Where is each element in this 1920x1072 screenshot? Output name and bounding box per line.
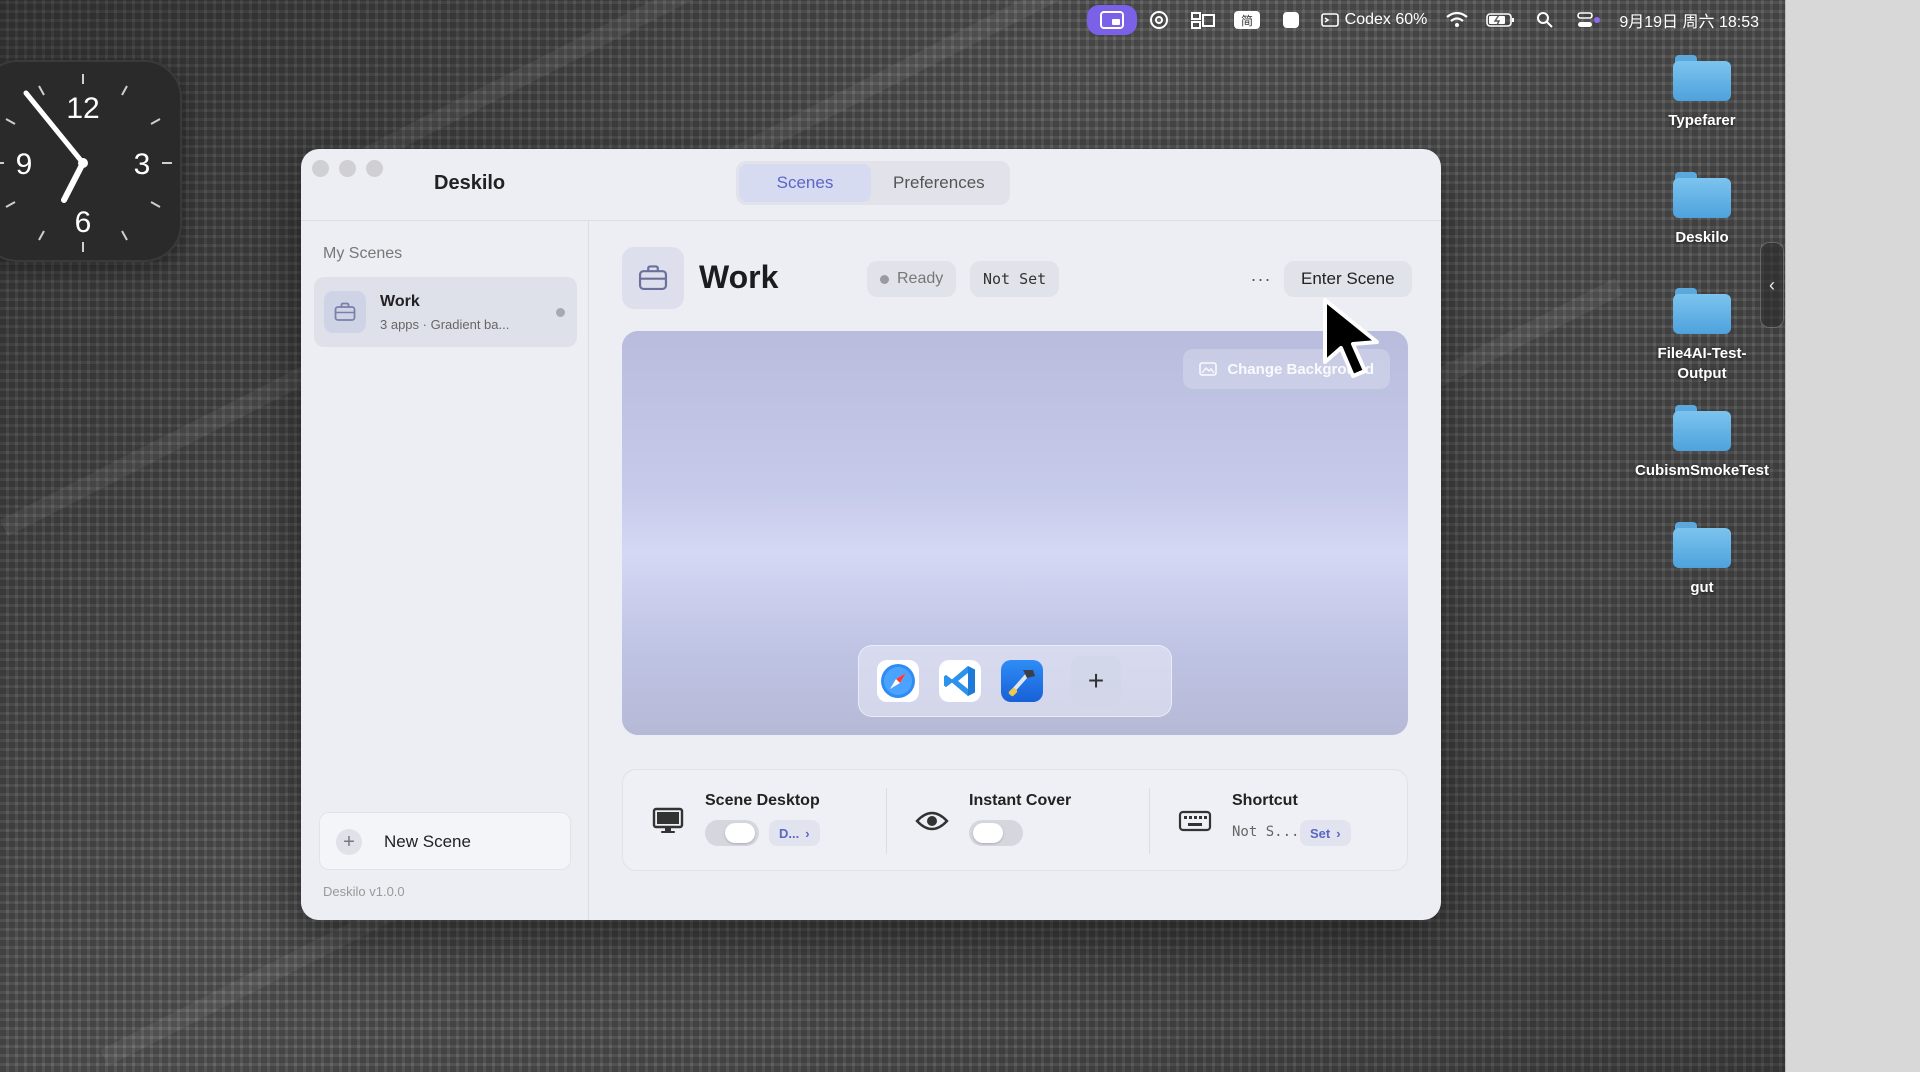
minimize-button[interactable] [339, 160, 356, 177]
folder-icon [1673, 172, 1731, 218]
scene-desktop-toggle[interactable] [705, 820, 759, 846]
scene-title: Work [699, 259, 779, 295]
clock-numeral-6: 6 [75, 206, 92, 239]
tab-scenes[interactable]: Scenes [739, 164, 871, 202]
vscode-icon[interactable] [939, 660, 981, 702]
scene-dock: + [858, 645, 1172, 717]
more-options-button[interactable]: ··· [1244, 262, 1278, 296]
menubar-clock[interactable]: 9月19日 周六 18:53 [1611, 5, 1767, 35]
codex-status[interactable]: Codex 60% [1313, 5, 1436, 35]
sidebar-item-work[interactable]: Work 3 apps · Gradient ba... [314, 277, 577, 347]
xcode-icon[interactable] [1001, 660, 1043, 702]
clock-numeral-9: 9 [16, 148, 33, 181]
desktop-folder-label: Deskilo [1675, 229, 1729, 246]
status-badge: Ready [867, 261, 957, 297]
control-center-icon[interactable] [1567, 5, 1611, 35]
instant-cover-toggle[interactable] [969, 820, 1023, 846]
scene-desktop-select-label: D... [779, 825, 800, 841]
status-text: Ready [897, 270, 944, 287]
desktop-folder[interactable]: File4AI-Test-Output [1627, 288, 1777, 384]
briefcase-icon [324, 291, 366, 333]
toggle-knob [973, 823, 1003, 843]
new-scene-label: New Scene [384, 832, 471, 851]
keyboard-icon [1178, 806, 1212, 836]
folder-icon [1673, 522, 1731, 568]
set-shortcut-button[interactable]: Set › [1300, 820, 1351, 846]
desktop-folder[interactable]: CubismSmokeTest [1627, 405, 1777, 481]
status-dot [880, 274, 889, 284]
close-button[interactable] [312, 160, 329, 177]
set-shortcut-label: Set [1310, 825, 1331, 841]
instant-cover-title: Instant Cover [969, 792, 1072, 809]
safari-icon[interactable] [877, 660, 919, 702]
deskilo-window: Deskilo Scenes Preferences My Scenes Wor… [301, 149, 1441, 920]
deskilo-menubar-icon[interactable] [1086, 5, 1137, 35]
sidebar: My Scenes Work 3 apps · Gradient ba... +… [301, 221, 589, 920]
scene-preview: Change Background + [622, 331, 1408, 735]
wifi-icon[interactable] [1435, 5, 1479, 35]
shortcut-setting: Shortcut Not S... Set › [1149, 788, 1409, 854]
desktop-folder-label: gut [1690, 579, 1714, 596]
instant-cover-setting: Instant Cover [886, 788, 1149, 854]
sidebar-header: My Scenes [323, 245, 403, 262]
window-controls [312, 160, 383, 177]
input-method-icon[interactable]: 简 [1225, 5, 1269, 35]
battery-icon[interactable] [1479, 5, 1523, 35]
scene-desktop-title: Scene Desktop [705, 792, 820, 809]
chevron-right-icon: › [1336, 825, 1341, 841]
toggle-knob [725, 823, 755, 843]
openai-icon[interactable] [1137, 5, 1181, 35]
desktop-folder-label: CubismSmokeTest [1635, 462, 1769, 479]
desktop-folder-label: Typefarer [1668, 112, 1736, 129]
scene-desktop-setting: Scene Desktop D... › [623, 770, 886, 872]
scene-subtitle: 3 apps · Gradient ba... [380, 317, 510, 332]
eye-icon [915, 806, 949, 836]
desktop-edge-panel [1785, 0, 1920, 1072]
new-scene-button[interactable]: + New Scene [319, 812, 571, 870]
folder-icon [1673, 405, 1731, 451]
shortcut-badge: Not Set [970, 261, 1060, 297]
add-app-button[interactable]: + [1071, 656, 1121, 706]
square-icon[interactable] [1269, 5, 1313, 35]
mouse-cursor-icon [1321, 296, 1393, 387]
version-label: Deskilo v1.0.0 [323, 884, 405, 899]
desktop-folder[interactable]: gut [1627, 522, 1777, 598]
codex-icon [1320, 13, 1339, 27]
svg-text:简: 简 [1241, 14, 1253, 28]
folder-icon [1673, 288, 1731, 334]
scene-desktop-select[interactable]: D... › [769, 820, 820, 846]
clock-numeral-12: 12 [66, 92, 99, 125]
desktop-folder[interactable]: Deskilo [1627, 172, 1777, 248]
plus-icon: + [336, 829, 362, 855]
codex-status-text: Codex 60% [1344, 11, 1428, 28]
tab-bar: Scenes Preferences [736, 161, 1010, 205]
tab-preferences[interactable]: Preferences [871, 164, 1007, 202]
folder-icon [1673, 55, 1731, 101]
stage-manager-icon[interactable] [1181, 5, 1225, 35]
scene-detail: Work Ready Not Set ··· Enter Scene Chang… [589, 221, 1441, 920]
shortcut-title: Shortcut [1232, 792, 1298, 809]
app-title: Deskilo [434, 172, 506, 194]
shortcut-value: Not S... [1232, 824, 1300, 840]
clock-numeral-3: 3 [134, 148, 151, 181]
menu-bar: 简 Codex 60% 9月19日 周六 18:53 [0, 0, 1785, 40]
scene-name: Work [380, 293, 420, 310]
desktop-folder-label: File4AI-Test-Output [1657, 345, 1747, 382]
enter-scene-button[interactable]: Enter Scene [1284, 261, 1412, 297]
briefcase-icon [622, 247, 684, 309]
desktop-folder[interactable]: Typefarer [1627, 55, 1777, 131]
title-bar: Deskilo Scenes Preferences [301, 149, 1441, 221]
zoom-button[interactable] [366, 160, 383, 177]
chevron-right-icon: › [805, 825, 810, 841]
clock-widget: 12 3 6 9 [0, 60, 182, 262]
image-icon [1199, 362, 1218, 376]
monitor-icon [651, 806, 685, 836]
scene-settings: Scene Desktop D... › Instant Cover Short… [622, 769, 1408, 871]
spotlight-icon[interactable] [1523, 5, 1567, 35]
status-dot [556, 308, 565, 317]
